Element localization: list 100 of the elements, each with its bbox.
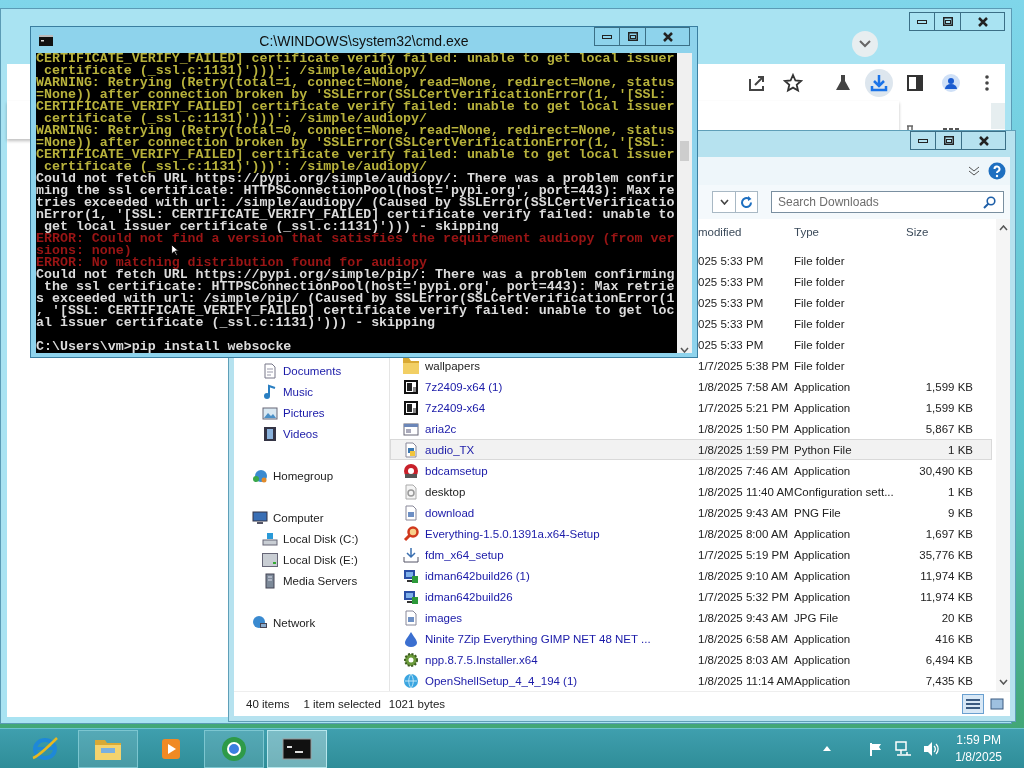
taskbar-app-button[interactable] [267,729,327,768]
nav-item[interactable]: Network [273,616,316,629]
close-icon [978,135,989,146]
help-icon [988,162,1006,180]
nav-item[interactable]: Computer [273,511,324,524]
menu-icon [985,74,989,91]
warning-line: =None)) after connection broken by 'SSLError(SSLCertVerificationError(1, '[SSL: [36,137,667,149]
file-row[interactable]: 7z2409-x64 1/7/2025 5:21 PM Application 1,599 KB [390,397,992,418]
file-row[interactable]: aria2c 1/8/2025 1:50 PM Application 5,867 KB [390,418,992,439]
error-line: ERROR: Could not find a version that satisfies the requirement audiopy (from ver [36,233,675,245]
file-row[interactable]: 025 5:33 PM File folder [697,313,992,334]
drive-icon [262,551,278,568]
file-row[interactable]: fdm_x64_setup 1/7/2025 5:19 PM Application 35,776 KB [390,544,992,565]
download-icon [403,546,419,563]
file-row[interactable]: wallpapers 1/7/2025 5:38 PM File folder [390,355,992,376]
nav-item[interactable]: Media Servers [283,574,358,587]
nav-item[interactable]: Homegroup [273,469,334,482]
date-modified: 1/8/2025 11:14 AM [698,674,794,687]
file-name: bdcamsetup [425,464,489,477]
file-size: 6,494 KB [924,653,974,666]
nav-item[interactable]: Videos [283,427,318,440]
speaker-icon [923,740,940,757]
date-modified: 1/8/2025 1:50 PM [698,422,790,435]
file-row[interactable]: 025 5:33 PM File folder [697,250,992,271]
nav-item[interactable]: Documents [283,364,342,377]
file-row[interactable]: Everything-1.5.0.1391a.x64-Setup 1/8/2025 8:00 AM Application 1,697 KB [390,523,992,544]
help-button[interactable] [988,162,1006,180]
caret-up-icon [823,746,832,751]
warning-line: WARNING: Retrying (Retry(total=0, connect=None, read=None, redirect=None, status [36,125,675,137]
close-button[interactable] [961,12,1005,31]
search-field[interactable]: Search Downloads [771,191,1004,213]
history-dropdown-button[interactable] [712,191,736,213]
scrollbar[interactable] [991,103,1005,129]
clock-date[interactable]: 1/8/2025 [955,750,1002,764]
file-size: 35,776 KB [918,548,974,561]
file-row[interactable]: 025 5:33 PM File folder [697,292,992,313]
minimize-icon [602,34,612,39]
refresh-button[interactable] [736,191,758,213]
nav-item[interactable]: Pictures [283,406,325,419]
scroll-thumb[interactable] [680,141,689,161]
file-row[interactable]: idman642build26 (1) 1/8/2025 9:10 AM Application 11,974 KB [390,565,992,586]
file-row[interactable]: idman642build26 1/7/2025 5:32 PM Application 11,974 KB [390,586,992,607]
image-file-icon [403,504,419,521]
maximize-button[interactable] [620,27,646,46]
close-button[interactable] [646,27,690,46]
date-modified: 1/7/2025 5:21 PM [698,401,790,414]
file-name: 7z2409-x64 [425,401,487,414]
minimize-button[interactable] [910,131,936,150]
details-view-button[interactable] [962,694,984,714]
column-header[interactable]: Size [905,225,985,238]
nav-item[interactable]: Local Disk (C:) [283,532,359,545]
scroll-down-icon [998,679,1008,685]
app-icon [403,399,419,416]
file-row[interactable]: 7z2409-x64 (1) 1/8/2025 7:58 AM Application 1,599 KB [390,376,992,397]
flag-icon [869,741,884,756]
nav-item[interactable]: Local Disk (E:) [283,553,358,566]
column-header[interactable]: Type [793,225,905,238]
file-name: fdm_x64_setup [425,548,505,561]
minimize-icon [917,19,927,24]
drive-icon [262,530,278,547]
minimize-button[interactable] [594,27,620,46]
file-type: Application [794,527,852,540]
warning-line: CERTIFICATE_VERIFY_FAILED] certificate verify failed: unable to get local issuer [36,101,675,113]
close-button[interactable] [962,131,1006,150]
scrollbar[interactable] [677,53,692,353]
tab-list-button[interactable] [852,31,878,57]
file-name: 7z2409-x64 (1) [425,380,504,393]
file-row[interactable]: bdcamsetup 1/8/2025 7:46 AM Application 30,490 KB [390,460,992,481]
minimize-button[interactable] [909,12,935,31]
file-size: 1,599 KB [924,380,974,393]
file-row[interactable]: images 1/8/2025 9:43 AM JPG File 20 KB [390,607,992,628]
monitor-icon [403,588,419,605]
file-type: File folder [794,338,846,351]
terminal-icon [39,35,53,46]
column-header[interactable]: modified [697,225,793,238]
file-size: 20 KB [940,611,974,624]
date-modified: 025 5:33 PM [698,296,765,309]
warning-line: certificate (_ssl.c:1131)')))': /simple/audiopy/ [43,161,427,173]
file-row[interactable]: Ninite 7Zip Everything GIMP NET 48 NET ... 1/8/2025 6:58 AM Application 416 KB [390,628,992,649]
maximize-button[interactable] [935,12,961,31]
file-row[interactable]: OpenShellSetup_4_4_194 (1) 1/8/2025 11:14 AMApplication 7,435 KB [390,670,992,691]
error-line: ERROR: No matching distribution found for audiopy [36,257,427,269]
scrollbar[interactable] [996,219,1010,691]
file-row[interactable]: download 1/8/2025 9:43 AM PNG File 9 KB [390,502,992,523]
file-row[interactable]: npp.8.7.5.Installer.x64 1/8/2025 8:03 AM Application 6,494 KB [390,649,992,670]
expand-ribbon-button[interactable] [968,166,980,176]
minimize-icon [918,138,928,143]
date-modified: 1/8/2025 6:58 AM [698,632,790,645]
network-icon [895,740,912,757]
downloads-button[interactable] [865,68,893,97]
maximize-icon [942,17,953,26]
file-type: PNG File [794,506,842,519]
nav-item[interactable]: Music [283,385,314,398]
maximize-button[interactable] [936,131,962,150]
console-line: s exceeded with url: /simple/pip/ (Caused by SSLError(SSLCertVerificationError(1 [36,293,675,305]
file-row[interactable]: desktop 1/8/2025 11:40 AMConfiguration sett... 1 KB [390,481,992,502]
file-row[interactable]: audio_TX 1/8/2025 1:59 PM Python File 1 KB [390,439,992,460]
file-row[interactable]: 025 5:33 PM File folder [697,334,992,355]
date-modified: 1/8/2025 7:46 AM [698,464,790,477]
file-row[interactable]: 025 5:33 PM File folder [697,271,992,292]
